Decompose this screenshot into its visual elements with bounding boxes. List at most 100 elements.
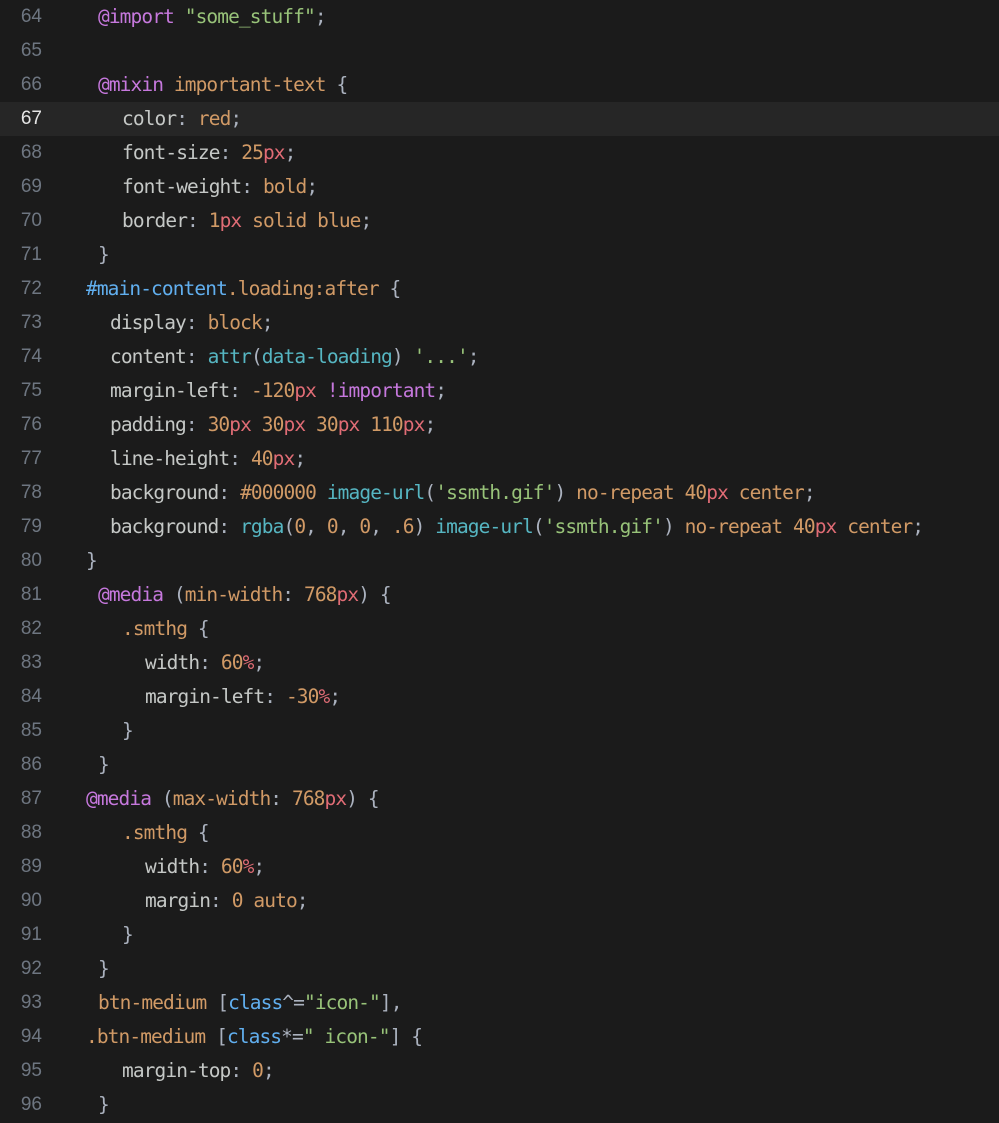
code-line[interactable]: 85}	[0, 714, 999, 748]
line-number: 92	[20, 958, 42, 979]
code-token: margin-left	[110, 379, 230, 402]
line-code: width: 60%;	[145, 646, 999, 680]
code-line[interactable]: 66 @mixin important-text {	[0, 68, 999, 102]
code-line[interactable]: 88 .smthg {	[0, 816, 999, 850]
code-token: 30	[261, 413, 285, 436]
code-token: ;	[306, 175, 318, 198]
code-token: px	[283, 413, 306, 436]
code-token: block	[207, 311, 263, 334]
code-token: {	[187, 617, 210, 640]
line-code: font-size: 25px;	[122, 136, 999, 170]
code-token: (	[163, 583, 186, 606]
code-token: [	[206, 991, 229, 1014]
line-code: @media (max-width: 768px) {	[86, 782, 999, 816]
line-code: background: #000000 image-url('ssmth.gif…	[110, 476, 999, 510]
line-code: content: attr(data-loading) '...';	[110, 340, 999, 374]
line-code: background: rgba(0, 0, 0, .6) image-url(…	[110, 510, 999, 544]
code-line[interactable]: 69 font-weight: bold;	[0, 170, 999, 204]
code-line[interactable]: 91}	[0, 918, 999, 952]
code-line[interactable]: 64 @import "some_stuff";	[0, 0, 999, 34]
code-line[interactable]: 65	[0, 34, 999, 68]
line-code: font-weight: bold;	[122, 170, 999, 204]
code-token: ;	[230, 107, 242, 130]
code-token: 60	[220, 855, 244, 878]
code-line[interactable]: 74 content: attr(data-loading) '...';	[0, 340, 999, 374]
code-line[interactable]: 77 line-height: 40px;	[0, 442, 999, 476]
code-line[interactable]: 82 .smthg {	[0, 612, 999, 646]
code-token: {	[187, 821, 210, 844]
line-number: 90	[20, 890, 42, 911]
code-line[interactable]: 92}	[0, 952, 999, 986]
code-line[interactable]: 93 btn-medium [class^="icon-"],	[0, 986, 999, 1020]
code-line[interactable]: 75 margin-left: -120px !important;	[0, 374, 999, 408]
code-line[interactable]: 79 background: rgba(0, 0, 0, .6) image-ur…	[0, 510, 999, 544]
code-token: (	[424, 481, 436, 504]
code-token: margin-left	[145, 685, 265, 708]
code-token: %	[242, 855, 255, 878]
code-token: ;	[284, 141, 297, 164]
line-code: @media (min-width: 768px) {	[98, 578, 999, 612]
code-token: 768	[303, 583, 337, 606]
code-token: ;	[296, 889, 309, 912]
code-line[interactable]: 67 color: red;	[0, 102, 999, 136]
code-token: :	[229, 447, 251, 470]
code-token: px	[402, 413, 426, 436]
code-token: data-loading	[261, 345, 393, 368]
line-code: }	[98, 1088, 999, 1122]
line-code: }	[86, 544, 999, 578]
code-line[interactable]: 73 display: block;	[0, 306, 999, 340]
code-line[interactable]: 90 margin: 0 auto;	[0, 884, 999, 918]
code-token: ,	[337, 515, 360, 538]
code-token: px	[219, 209, 243, 232]
code-line[interactable]: 96}	[0, 1088, 999, 1122]
code-token: :	[199, 855, 221, 878]
line-number: 72	[20, 278, 42, 299]
line-number: 81	[20, 584, 42, 605]
code-token: 1	[208, 209, 221, 232]
code-line[interactable]: 68 font-size: 25px;	[0, 136, 999, 170]
code-token: rgba	[240, 515, 284, 538]
code-line[interactable]: 95 margin-top: 0;	[0, 1054, 999, 1088]
code-line[interactable]: 83 width: 60%;	[0, 646, 999, 680]
code-line[interactable]: 94 .btn-medium [class*=" icon-"] {	[0, 1020, 999, 1054]
code-token: ] {	[389, 1025, 423, 1048]
code-token: image-url	[435, 515, 533, 538]
code-token: )	[662, 515, 675, 538]
line-number: 80	[20, 550, 42, 571]
code-token: :	[187, 209, 209, 232]
code-line[interactable]: 76 padding: 30px 30px 30px 110px;	[0, 408, 999, 442]
line-number: 77	[20, 448, 42, 469]
code-line[interactable]: 87 @media (max-width: 768px) {	[0, 782, 999, 816]
line-number: 84	[20, 686, 42, 707]
code-token: }	[122, 923, 134, 946]
code-line[interactable]: 89 width: 60%;	[0, 850, 999, 884]
code-line[interactable]: 81 @media (min-width: 768px) {	[0, 578, 999, 612]
line-number: 65	[20, 40, 42, 61]
code-token: px	[324, 787, 348, 810]
code-token: 30	[316, 413, 339, 436]
line-code: margin-left: -30%;	[145, 680, 999, 714]
line-number: 78	[20, 482, 42, 503]
code-token: )	[554, 481, 566, 504]
code-editor[interactable]: 64 @import "some_stuff"; 65 66 @mixin import…	[0, 0, 999, 1123]
code-line[interactable]: 70 border: 1px solid blue;	[0, 204, 999, 238]
code-token: 40	[793, 515, 816, 538]
code-line[interactable]: 86}	[0, 748, 999, 782]
line-code: width: 60%;	[145, 850, 999, 884]
code-token: attr	[207, 345, 252, 368]
code-line[interactable]: 84 margin-left: -30%;	[0, 680, 999, 714]
code-token: }	[98, 1093, 110, 1116]
code-line[interactable]: 80}	[0, 544, 999, 578]
line-code: margin-left: -120px !important;	[110, 374, 999, 408]
code-line[interactable]: 71}	[0, 238, 999, 272]
line-number: 79	[20, 516, 42, 537]
code-token: center	[727, 481, 805, 504]
code-token: ;	[253, 855, 265, 878]
code-token: {	[336, 73, 349, 96]
code-line[interactable]: 72 #main-content.loading:after {	[0, 272, 999, 306]
code-token: ;	[424, 413, 436, 436]
code-line[interactable]: 78 background: #000000 image-url('ssmth.g…	[0, 476, 999, 510]
line-number: 75	[20, 380, 42, 401]
